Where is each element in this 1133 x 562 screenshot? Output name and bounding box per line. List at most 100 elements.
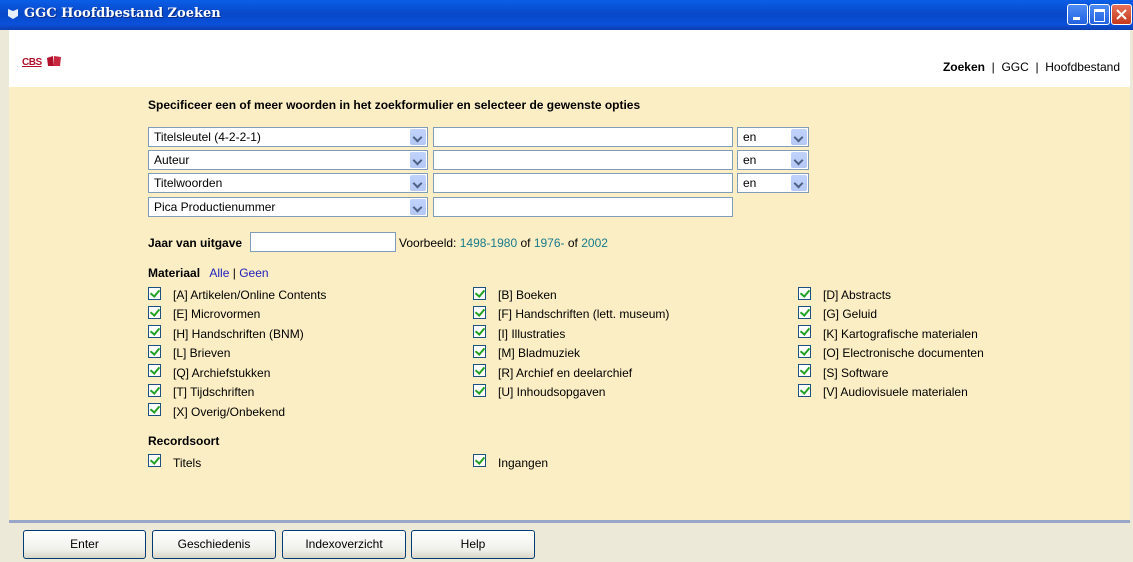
search-term-input-2[interactable] [433,150,733,170]
material-i-label: [I] Illustraties [498,327,566,341]
checkbox-titels[interactable] [148,454,161,467]
material-b-label: [B] Boeken [498,288,557,302]
material-e-label: [E] Microvormen [173,307,261,321]
material-t-label: [T] Tijdschriften [173,385,255,399]
close-icon [1116,9,1127,20]
material-m-label: [M] Bladmuziek [498,346,581,360]
checkbox-material-h[interactable] [148,325,161,338]
search-form-pane: Specificeer een of meer woorden in het z… [9,87,1130,520]
material-q-label: [Q] Archiefstukken [173,366,271,380]
material-o-label: [O] Electronische documenten [823,346,984,360]
select-value: Pica Productienummer [154,200,276,214]
minimize-icon [1073,17,1080,20]
chevron-down-icon [410,152,426,168]
cbs-logo-text: CBS [22,57,42,68]
search-field-select-3[interactable]: Titelwoorden [148,173,428,193]
checkbox-material-o[interactable] [798,345,811,358]
window-title: GGC Hoofdbestand Zoeken [24,6,221,21]
maximize-icon [1094,9,1105,22]
checkbox-material-l[interactable] [148,345,161,358]
select-none-link[interactable]: Geen [239,266,268,280]
help-button[interactable]: Help [411,530,535,559]
checkbox-material-g[interactable] [798,306,811,319]
checkbox-material-x[interactable] [148,403,161,416]
enter-button[interactable]: Enter [23,530,146,559]
materiaal-header: Materiaal Alle | Geen [148,266,269,280]
material-d-label: [D] Abstracts [823,288,892,302]
search-term-input-3[interactable] [433,173,733,193]
history-button[interactable]: Geschiedenis [152,530,276,559]
book-icon [47,56,62,66]
example-range-1: 1498-1980 [459,236,518,250]
ingangen-label: Ingangen [498,456,549,470]
checkbox-material-k[interactable] [798,325,811,338]
checkbox-material-f[interactable] [473,306,486,319]
checkbox-material-m[interactable] [473,345,486,358]
year-example: Voorbeeld: 1498-1980 of 1976- of 2002 [399,236,608,250]
crumb-separator: | [988,60,999,74]
instruction-text: Specificeer een of meer woorden in het z… [148,98,641,112]
maximize-button[interactable] [1089,4,1110,25]
index-overview-button[interactable]: Indexoverzicht [282,530,406,559]
chevron-down-icon [791,152,807,168]
material-h-label: [H] Handschriften (BNM) [173,327,304,341]
checkbox-material-r[interactable] [473,364,486,377]
crumb-hoofdbestand[interactable]: Hoofdbestand [1045,60,1120,74]
operator-select-3[interactable]: en [737,173,809,193]
materiaal-label: Materiaal [148,266,201,280]
crumb-zoeken[interactable]: Zoeken [943,60,985,74]
search-term-input-1[interactable] [433,127,733,147]
search-field-select-4[interactable]: Pica Productienummer [148,197,428,217]
material-f-label: [F] Handschriften (lett. museum) [498,307,670,321]
checkbox-material-e[interactable] [148,306,161,319]
chevron-down-icon [791,175,807,191]
checkbox-material-a[interactable] [148,287,161,300]
material-v-label: [V] Audiovisuele materialen [823,385,968,399]
checkbox-material-i[interactable] [473,325,486,338]
minimize-button[interactable] [1067,4,1088,25]
select-value: en [743,153,757,167]
material-g-label: [G] Geluid [823,307,878,321]
crumb-separator: | [1032,60,1042,74]
checkbox-material-s[interactable] [798,364,811,377]
button-bar-divider [9,520,1130,523]
titels-label: Titels [173,456,202,470]
material-s-label: [S] Software [823,366,889,380]
example-prefix: Voorbeeld: [399,236,457,250]
checkbox-material-q[interactable] [148,364,161,377]
chevron-down-icon [791,129,807,145]
select-value: en [743,130,757,144]
app-shield-icon [8,9,18,19]
search-field-select-1[interactable]: Titelsleutel (4-2-2-1) [148,127,428,147]
search-term-input-4[interactable] [433,197,733,217]
checkbox-material-d[interactable] [798,287,811,300]
checkbox-material-v[interactable] [798,384,811,397]
cbs-logo[interactable]: CBS [22,52,62,70]
button-bar: Enter Geschiedenis Indexoverzicht Help [9,520,1130,562]
checkbox-material-b[interactable] [473,287,486,300]
select-all-link[interactable]: Alle [209,266,229,280]
search-field-select-2[interactable]: Auteur [148,150,428,170]
material-a-label: [A] Artikelen/Online Contents [173,288,327,302]
material-x-label: [X] Overig/Onbekend [173,405,286,419]
material-k-label: [K] Kartografische materialen [823,327,978,341]
link-separator: | [232,266,236,280]
example-or-1: of [520,236,531,250]
select-value: Titelwoorden [154,176,223,190]
checkbox-material-u[interactable] [473,384,486,397]
checkbox-material-t[interactable] [148,384,161,397]
material-r-label: [R] Archief en deelarchief [498,366,633,380]
close-button[interactable] [1111,4,1132,25]
checkbox-ingangen[interactable] [473,454,486,467]
crumb-ggc[interactable]: GGC [1001,60,1028,74]
chevron-down-icon [410,175,426,191]
select-value: Titelsleutel (4-2-2-1) [154,130,261,144]
window-titlebar[interactable]: GGC Hoofdbestand Zoeken [0,0,1133,30]
operator-select-2[interactable]: en [737,150,809,170]
material-l-label: [L] Brieven [173,346,231,360]
breadcrumb: Zoeken | GGC | Hoofdbestand [943,60,1120,74]
header: CBS Zoeken | GGC | Hoofdbestand [9,30,1130,87]
operator-select-1[interactable]: en [737,127,809,147]
year-label: Jaar van uitgave [148,236,243,250]
year-input[interactable] [250,232,396,252]
